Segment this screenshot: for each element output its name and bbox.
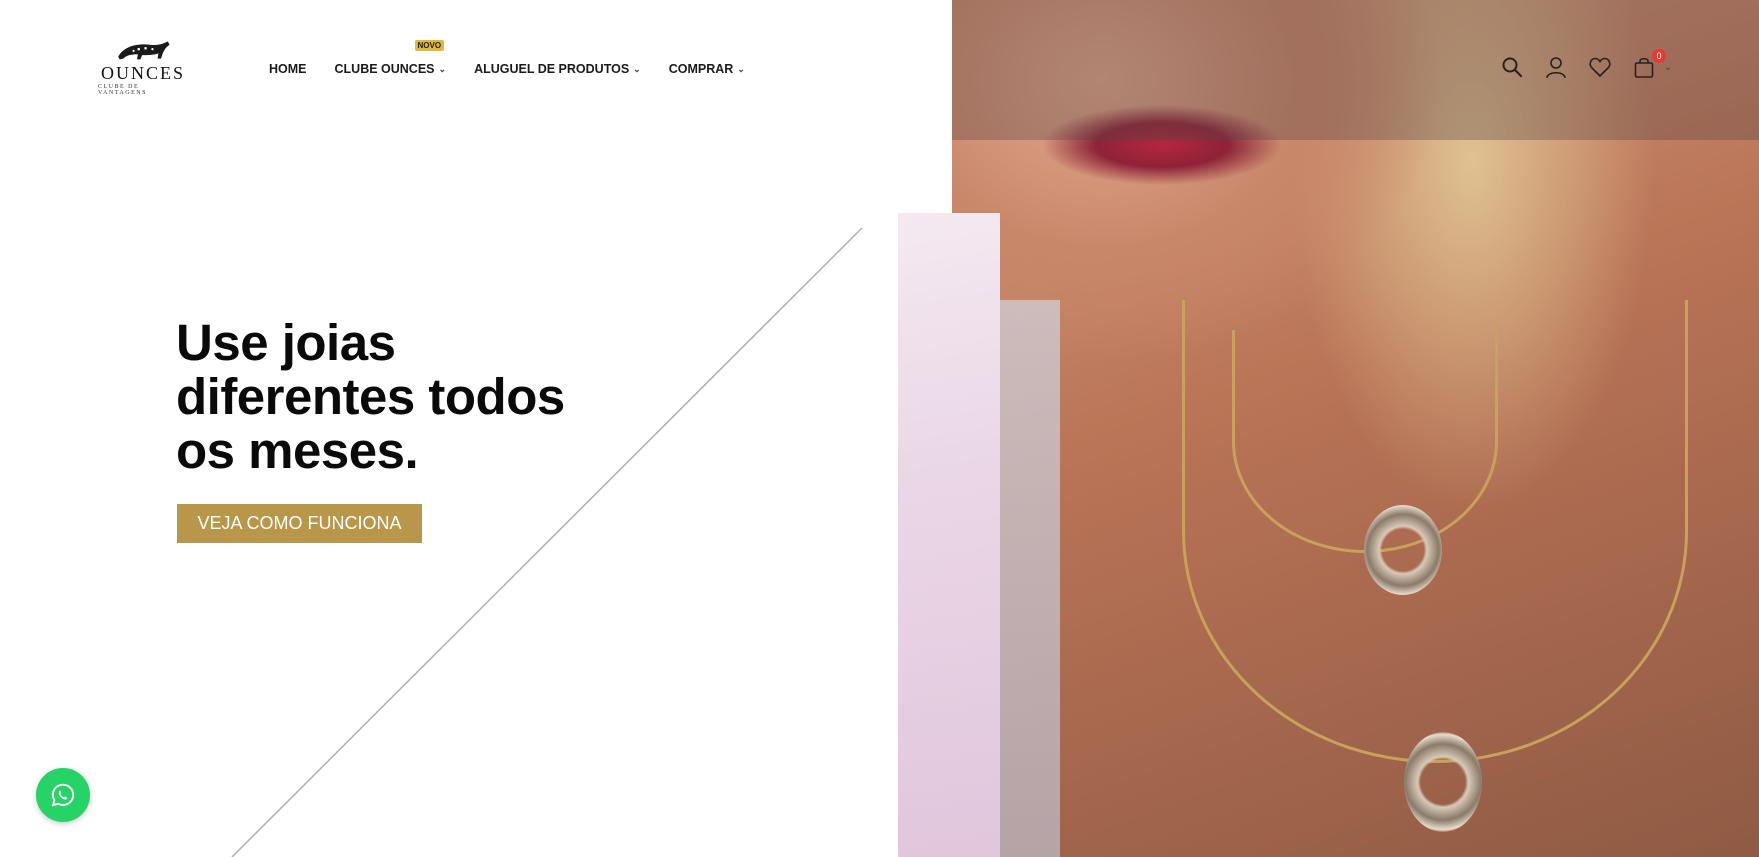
nav-item-label: COMPRAR [668, 62, 734, 76]
chevron-down-icon: ⌄ [633, 63, 641, 74]
nav-item-label: ALUGUEL DE PRODUTOS [474, 62, 630, 76]
how-it-works-button[interactable]: VEJA COMO FUNCIONA [177, 504, 422, 543]
nav-item-aluguel-de-produtos[interactable]: ALUGUEL DE PRODUTOS ⌄ [474, 62, 641, 76]
new-badge: NOVO [414, 40, 445, 51]
logo-tagline: CLUBE DE VANTAGENS [98, 84, 147, 96]
leopard-logo-icon [118, 41, 170, 60]
whatsapp-button[interactable] [36, 768, 90, 822]
chevron-down-icon[interactable]: ⌄ [1664, 62, 1672, 73]
search-icon[interactable] [1500, 55, 1524, 79]
user-icon[interactable] [1544, 55, 1568, 79]
whatsapp-icon [51, 783, 75, 807]
nav-item-home[interactable]: HOME [269, 62, 307, 76]
cart-button[interactable]: 0 [1632, 49, 1666, 79]
nav-item-label: CLUBE OUNCES [334, 62, 435, 76]
chevron-down-icon: ⌄ [737, 63, 745, 74]
main-nav: HOME NOVO CLUBE OUNCES ⌄ ALUGUEL DE PROD… [269, 40, 745, 76]
heart-icon[interactable] [1588, 55, 1612, 79]
hero-title: Use joias diferentes todos os meses. [176, 314, 565, 479]
header-icons: 0 ⌄ [1500, 49, 1672, 79]
nav-item-label: HOME [269, 62, 307, 76]
fabric-shadow [1000, 300, 1060, 857]
chevron-down-icon: ⌄ [438, 63, 447, 74]
fabric-panel [898, 213, 1000, 857]
nav-item-clube-ounces[interactable]: NOVO CLUBE OUNCES ⌄ [334, 40, 447, 76]
nav-item-comprar[interactable]: COMPRAR ⌄ [669, 62, 745, 76]
cart-count-badge: 0 [1652, 49, 1666, 63]
logo[interactable]: OUNCES CLUBE DE VANTAGENS [98, 38, 188, 96]
logo-brand: OUNCES [100, 63, 185, 83]
